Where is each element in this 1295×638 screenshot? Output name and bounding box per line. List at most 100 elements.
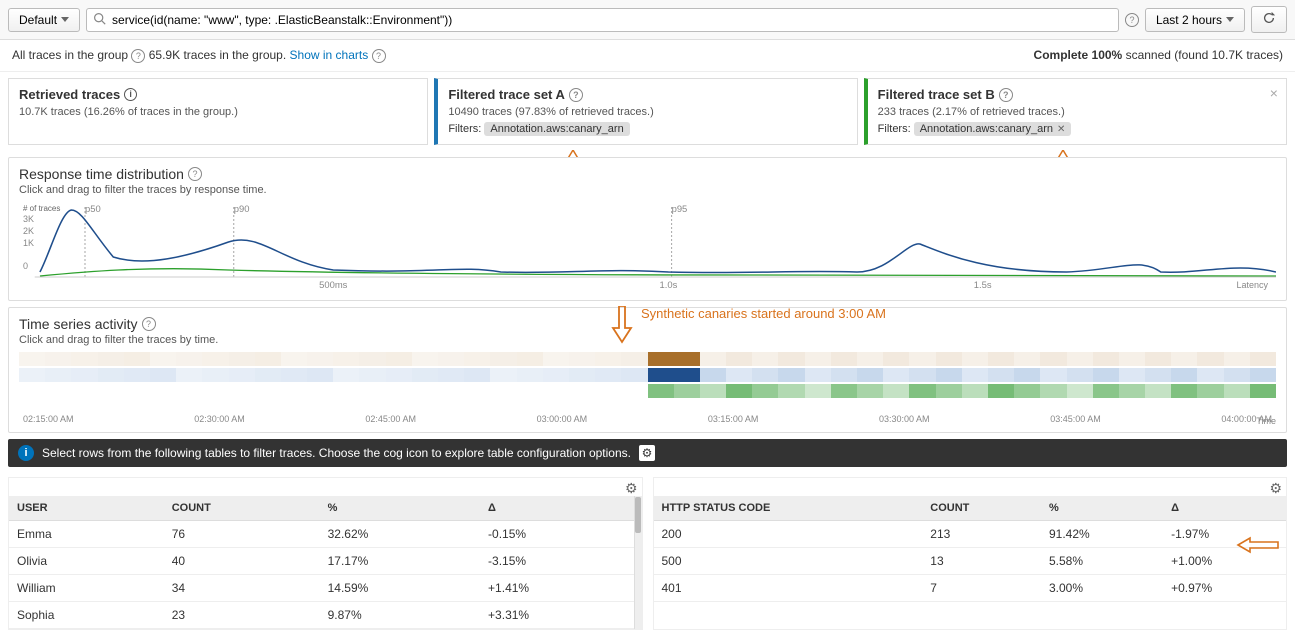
heatmap-cell[interactable] xyxy=(438,352,464,366)
heatmap-cell[interactable] xyxy=(1250,368,1276,382)
heatmap-cell[interactable] xyxy=(569,384,595,398)
heatmap-cell[interactable] xyxy=(726,352,752,366)
heatmap-cell[interactable] xyxy=(1119,368,1145,382)
heatmap-cell[interactable] xyxy=(412,384,438,398)
heatmap-cell[interactable] xyxy=(1197,368,1223,382)
heatmap-cell[interactable] xyxy=(517,368,543,382)
heatmap-cell[interactable] xyxy=(412,352,438,366)
column-header[interactable]: HTTP STATUS CODE xyxy=(654,496,923,521)
heatmap-cell[interactable] xyxy=(1197,352,1223,366)
heatmap-cell[interactable] xyxy=(124,368,150,382)
heatmap-cell[interactable] xyxy=(19,368,45,382)
heatmap-cell[interactable] xyxy=(150,368,176,382)
heatmap-cell[interactable] xyxy=(778,368,804,382)
heatmap-cell[interactable] xyxy=(595,368,621,382)
heatmap-cell[interactable] xyxy=(1171,384,1197,398)
search-box[interactable] xyxy=(86,8,1119,32)
time-series-heatmap[interactable] xyxy=(19,352,1276,412)
heatmap-cell[interactable] xyxy=(1171,352,1197,366)
heatmap-cell[interactable] xyxy=(438,384,464,398)
heatmap-cell[interactable] xyxy=(464,368,490,382)
heatmap-cell[interactable] xyxy=(281,368,307,382)
heatmap-cell[interactable] xyxy=(490,352,516,366)
filter-tag[interactable]: Annotation.aws:canary_arn ✕ xyxy=(914,122,1072,136)
heatmap-cell[interactable] xyxy=(1040,384,1066,398)
heatmap-cell[interactable] xyxy=(648,368,674,382)
table-row[interactable]: Sophia239.87%+3.31% xyxy=(9,602,642,629)
heatmap-cell[interactable] xyxy=(595,352,621,366)
heatmap-cell[interactable] xyxy=(1224,384,1250,398)
scrollbar[interactable] xyxy=(634,496,642,629)
heatmap-cell[interactable] xyxy=(98,384,124,398)
heatmap-cell[interactable] xyxy=(1250,352,1276,366)
heatmap-cell[interactable] xyxy=(124,384,150,398)
column-header[interactable]: % xyxy=(320,496,480,521)
heatmap-cell[interactable] xyxy=(1224,352,1250,366)
column-header[interactable]: Δ xyxy=(1163,496,1286,521)
table-row[interactable]: William3414.59%+1.41% xyxy=(9,575,642,602)
heatmap-cell[interactable] xyxy=(648,352,674,366)
heatmap-cell[interactable] xyxy=(726,384,752,398)
column-header[interactable]: % xyxy=(1041,496,1163,521)
heatmap-cell[interactable] xyxy=(936,384,962,398)
heatmap-cell[interactable] xyxy=(124,352,150,366)
heatmap-cell[interactable] xyxy=(1040,352,1066,366)
heatmap-cell[interactable] xyxy=(359,352,385,366)
heatmap-cell[interactable] xyxy=(386,368,412,382)
heatmap-cell[interactable] xyxy=(1067,352,1093,366)
heatmap-cell[interactable] xyxy=(674,384,700,398)
heatmap-cell[interactable] xyxy=(543,352,569,366)
heatmap-cell[interactable] xyxy=(412,368,438,382)
heatmap-cell[interactable] xyxy=(857,384,883,398)
column-header[interactable]: COUNT xyxy=(164,496,320,521)
heatmap-cell[interactable] xyxy=(464,384,490,398)
heatmap-cell[interactable] xyxy=(19,352,45,366)
heatmap-cell[interactable] xyxy=(831,384,857,398)
heatmap-cell[interactable] xyxy=(569,368,595,382)
heatmap-cell[interactable] xyxy=(45,352,71,366)
heatmap-cell[interactable] xyxy=(386,352,412,366)
heatmap-cell[interactable] xyxy=(490,368,516,382)
group-selector[interactable]: Default xyxy=(8,8,80,32)
heatmap-cell[interactable] xyxy=(962,384,988,398)
heatmap-cell[interactable] xyxy=(202,352,228,366)
heatmap-cell[interactable] xyxy=(936,368,962,382)
heatmap-cell[interactable] xyxy=(1093,384,1119,398)
heatmap-cell[interactable] xyxy=(307,384,333,398)
heatmap-cell[interactable] xyxy=(1145,384,1171,398)
heatmap-cell[interactable] xyxy=(45,384,71,398)
heatmap-cell[interactable] xyxy=(45,368,71,382)
heatmap-cell[interactable] xyxy=(1119,384,1145,398)
column-header[interactable]: Δ xyxy=(480,496,641,521)
heatmap-cell[interactable] xyxy=(19,384,45,398)
table-row[interactable]: 20021391.42%-1.97% xyxy=(654,521,1287,548)
time-range-selector[interactable]: Last 2 hours xyxy=(1145,8,1245,32)
filter-tag[interactable]: Annotation.aws:canary_arn xyxy=(484,122,629,136)
heatmap-cell[interactable] xyxy=(752,352,778,366)
heatmap-cell[interactable] xyxy=(1224,368,1250,382)
heatmap-cell[interactable] xyxy=(150,384,176,398)
heatmap-cell[interactable] xyxy=(674,352,700,366)
heatmap-cell[interactable] xyxy=(621,368,647,382)
gear-icon[interactable]: ⚙ xyxy=(639,445,655,461)
help-icon[interactable]: ? xyxy=(188,167,202,181)
info-icon[interactable]: i xyxy=(124,88,137,101)
heatmap-cell[interactable] xyxy=(569,352,595,366)
heatmap-cell[interactable] xyxy=(988,352,1014,366)
heatmap-cell[interactable] xyxy=(909,384,935,398)
heatmap-cell[interactable] xyxy=(438,368,464,382)
heatmap-cell[interactable] xyxy=(517,384,543,398)
heatmap-cell[interactable] xyxy=(648,384,674,398)
heatmap-cell[interactable] xyxy=(1040,368,1066,382)
heatmap-cell[interactable] xyxy=(936,352,962,366)
heatmap-cell[interactable] xyxy=(517,352,543,366)
heatmap-cell[interactable] xyxy=(255,352,281,366)
heatmap-cell[interactable] xyxy=(71,368,97,382)
heatmap-cell[interactable] xyxy=(386,384,412,398)
heatmap-cell[interactable] xyxy=(883,352,909,366)
heatmap-cell[interactable] xyxy=(333,352,359,366)
table-row[interactable]: Olivia4017.17%-3.15% xyxy=(9,548,642,575)
heatmap-cell[interactable] xyxy=(229,352,255,366)
help-icon[interactable]: ? xyxy=(999,88,1013,102)
heatmap-cell[interactable] xyxy=(805,352,831,366)
